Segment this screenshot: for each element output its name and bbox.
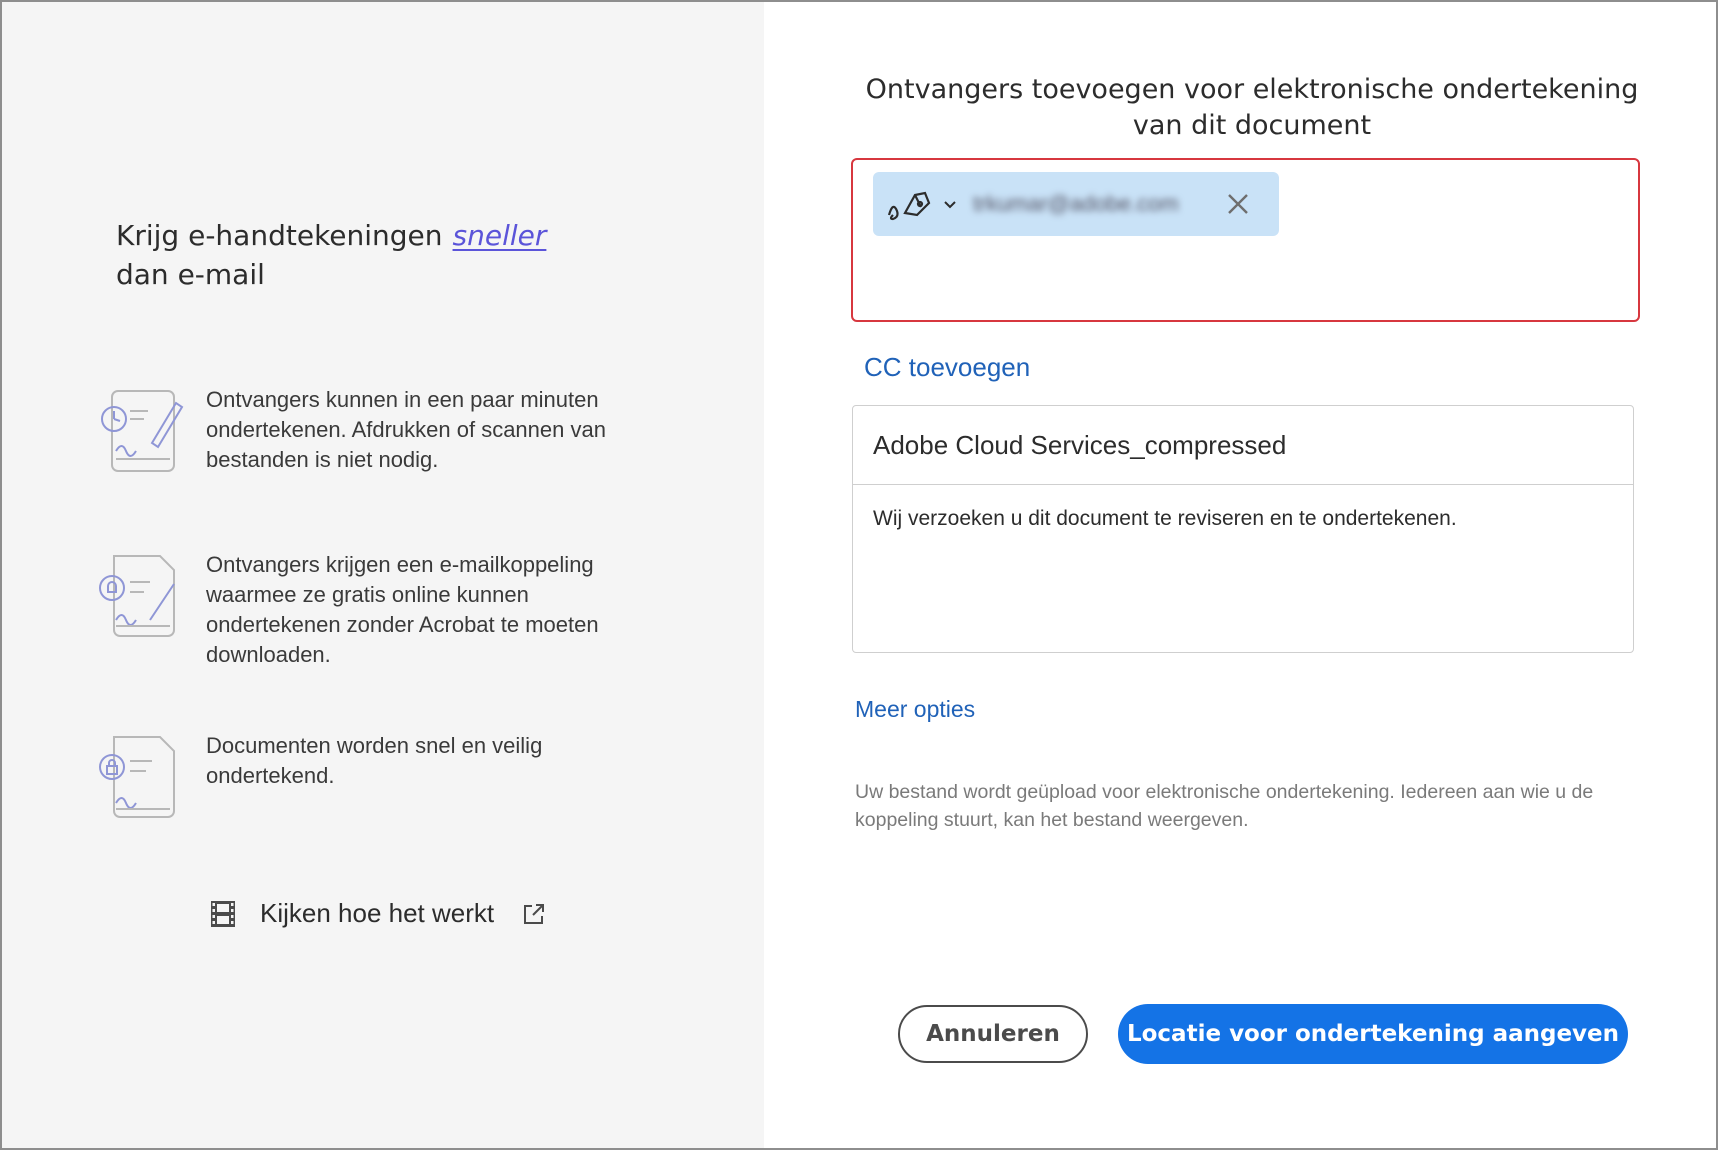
dialog-frame: Krijg e-handtekeningen sneller dan e-mail… [0, 0, 1718, 1150]
upload-note: Uw bestand wordt geüpload voor elektroni… [855, 781, 1594, 831]
watch-video-link[interactable]: Kijken hoe het werkt [210, 898, 546, 929]
feature-text: Ontvangers kunnen in een paar minuten on… [206, 387, 606, 472]
email-link-sign-icon [99, 555, 175, 637]
feature-item: Ontvangers krijgen een e-mailkoppeling w… [94, 550, 654, 670]
specify-signature-location-button[interactable]: Locatie voor ondertekening aangeven [1118, 1004, 1628, 1064]
watch-video-label: Kijken hoe het werkt [260, 898, 495, 928]
cancel-button[interactable]: Annuleren [898, 1005, 1088, 1063]
recipients-field[interactable]: trkumar@adobe.com [851, 158, 1640, 322]
recipient-chip[interactable]: trkumar@adobe.com [873, 172, 1279, 236]
external-link-icon [524, 903, 545, 924]
recipient-email: trkumar@adobe.com [973, 191, 1179, 216]
headline-text-line2: dan e-mail [116, 258, 265, 291]
promo-headline: Krijg e-handtekeningen sneller dan e-mail [116, 216, 546, 294]
document-details: Adobe Cloud Services_compressed Wij verz… [852, 405, 1634, 653]
headline-text: Krijg e-handtekeningen [116, 219, 443, 252]
document-name-field[interactable]: Adobe Cloud Services_compressed [853, 406, 1633, 485]
feature-item: Ontvangers kunnen in een paar minuten on… [94, 385, 654, 477]
secure-document-icon [99, 736, 175, 818]
add-cc-link[interactable]: CC toevoegen [864, 352, 1030, 383]
film-icon [211, 900, 235, 927]
feature-text: Documenten worden snel en veilig onderte… [206, 733, 543, 788]
promo-panel: Krijg e-handtekeningen sneller dan e-mail… [2, 2, 764, 1148]
signer-role-icon[interactable] [887, 185, 937, 223]
more-options-link[interactable]: Meer opties [855, 696, 975, 723]
dialog-title: Ontvangers toevoegen voor elektronische … [865, 74, 1639, 141]
feature-item: Documenten worden snel en veilig onderte… [94, 731, 654, 823]
chevron-down-icon[interactable] [941, 195, 959, 213]
feature-text: Ontvangers krijgen een e-mailkoppeling w… [206, 552, 599, 667]
headline-accent: sneller [452, 219, 547, 252]
sign-quickly-icon [101, 390, 184, 472]
message-field[interactable]: Wij verzoeken u dit document te revisere… [853, 485, 1633, 553]
close-icon[interactable] [1225, 191, 1251, 217]
